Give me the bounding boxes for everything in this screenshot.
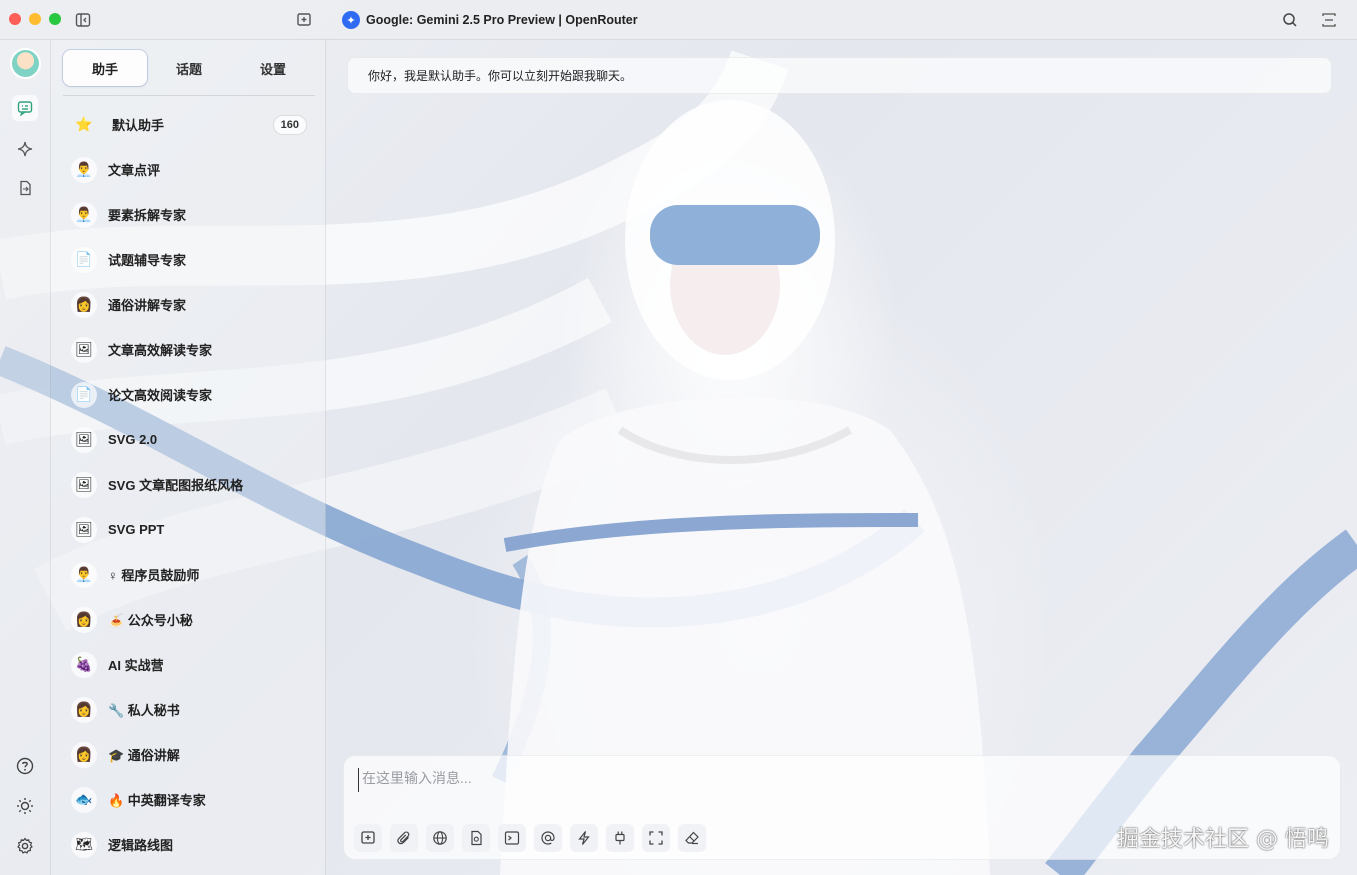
assistant-emoji-icon: 👩	[71, 291, 97, 318]
assistant-name: 通俗讲解专家	[108, 298, 187, 313]
list-item[interactable]: 🖼 SVG 2.0	[63, 417, 315, 462]
list-item[interactable]: 👨‍💼 要素拆解专家	[63, 192, 315, 237]
assistant-name: SVG 文章配图报纸风格	[108, 478, 244, 493]
assistant-emoji-icon: 🍇	[71, 651, 97, 678]
assistant-name: 🔧 私人秘书	[108, 703, 180, 718]
search-icon[interactable]	[1280, 10, 1300, 30]
assistant-name: 文章点评	[108, 163, 161, 178]
topic-panel-icon[interactable]	[1319, 10, 1339, 30]
toggle-sidebar-icon[interactable]	[73, 10, 93, 30]
attachment-icon[interactable]	[390, 824, 418, 852]
close-window-button[interactable]	[9, 13, 21, 25]
assistant-emoji-icon: 👩	[71, 741, 97, 768]
assistant-emoji-icon: 🖼	[71, 516, 97, 543]
assistant-list: ⭐ 默认助手 160 👨‍💼 文章点评 👨‍💼 要素拆解专家 📄 试题辅导专家 …	[63, 102, 315, 867]
knowledge-file-icon[interactable]	[462, 824, 490, 852]
eraser-icon[interactable]	[678, 824, 706, 852]
assistant-sidebar: 助手 话题 设置 ⭐ 默认助手 160 👨‍💼 文章点评 👨‍💼 要素拆解专家 …	[51, 40, 326, 875]
title-bar: ✦ Google: Gemini 2.5 Pro Preview | OpenR…	[0, 0, 1357, 40]
list-item[interactable]: 🖼 SVG PPT	[63, 507, 315, 552]
plugin-icon[interactable]	[606, 824, 634, 852]
list-item[interactable]: 📄 论文高效阅读专家	[63, 372, 315, 417]
model-title-text: Google: Gemini 2.5 Pro Preview | OpenRou…	[366, 13, 638, 27]
list-item[interactable]: ⭐ 默认助手 160	[63, 102, 315, 147]
chat-icon[interactable]	[12, 95, 38, 121]
list-item[interactable]: 👨‍💼 ♀ 程序员鼓励师	[63, 552, 315, 597]
assistant-emoji-icon: 🗺	[71, 831, 97, 858]
nav-rail	[0, 40, 51, 875]
assistant-name: 🍝 公众号小秘	[108, 613, 193, 628]
assistant-name: AI 实战营	[108, 658, 164, 673]
assistant-emoji-icon: 📄	[71, 246, 97, 273]
list-item[interactable]: 🍇 AI 实战营	[63, 642, 315, 687]
minimize-window-button[interactable]	[29, 13, 41, 25]
list-item[interactable]: 👩 🎓 通俗讲解	[63, 732, 315, 777]
list-item[interactable]: 👨‍💼 文章点评	[63, 147, 315, 192]
terminal-icon[interactable]	[498, 824, 526, 852]
new-topic-icon[interactable]	[354, 824, 382, 852]
tab-topics[interactable]: 话题	[147, 50, 231, 86]
assistant-name: 文章高效解读专家	[108, 343, 213, 358]
star-icon: ⭐	[75, 116, 93, 132]
assistant-emoji-icon: 📄	[71, 381, 97, 408]
list-item[interactable]: 🐟 🔥 中英翻译专家	[63, 777, 315, 822]
zoom-window-button[interactable]	[49, 13, 61, 25]
app-window: ✦ Google: Gemini 2.5 Pro Preview | OpenR…	[0, 0, 1357, 875]
assistant-name: ♀ 程序员鼓励师	[108, 568, 200, 583]
greeting-text: 你好，我是默认助手。你可以立刻开始跟我聊天。	[368, 69, 633, 83]
list-item[interactable]: 🗺 逻辑路线图	[63, 822, 315, 867]
web-search-icon[interactable]	[426, 824, 454, 852]
assistant-name: 论文高效阅读专家	[108, 388, 213, 403]
assistant-name: 逻辑路线图	[108, 838, 174, 853]
assistant-emoji-icon: 🖼	[71, 336, 97, 363]
composer-toolbar	[354, 824, 706, 852]
message-input[interactable]: 在这里输入消息...	[358, 768, 1318, 792]
assistant-emoji-icon: 👩	[71, 696, 97, 723]
assistant-name: SVG PPT	[108, 522, 165, 537]
watermark: 掘金技术社区 @ 悟鸣	[1117, 827, 1329, 852]
list-item[interactable]: 📄 试题辅导专家	[63, 237, 315, 282]
divider	[63, 95, 315, 96]
new-topic-icon[interactable]	[294, 10, 314, 30]
assistant-name: SVG 2.0	[108, 432, 158, 447]
assistant-name: 🔥 中英翻译专家	[108, 793, 206, 808]
assistant-emoji-icon: 🐟	[71, 786, 97, 813]
assistant-emoji-icon: 👨‍💼	[71, 156, 97, 183]
assistant-greeting-message: 你好，我是默认助手。你可以立刻开始跟我聊天。	[347, 57, 1332, 94]
sparkle-icon[interactable]	[12, 136, 38, 162]
assistant-name: 试题辅导专家	[108, 253, 187, 268]
assistant-name: 默认助手	[112, 118, 165, 133]
window-controls	[9, 13, 61, 25]
list-item[interactable]: 🖼 SVG 文章配图报纸风格	[63, 462, 315, 507]
assistant-emoji-icon: 🖼	[71, 471, 97, 498]
list-item[interactable]: 👩 通俗讲解专家	[63, 282, 315, 327]
list-item[interactable]: 👩 🔧 私人秘书	[63, 687, 315, 732]
assistant-emoji-icon: 👩	[71, 606, 97, 633]
quick-phrase-icon[interactable]	[570, 824, 598, 852]
assistant-emoji-icon: 🖼	[71, 426, 97, 453]
list-item[interactable]: 🖼 文章高效解读专家	[63, 327, 315, 372]
fullscreen-icon[interactable]	[642, 824, 670, 852]
list-item[interactable]: 👩 🍝 公众号小秘	[63, 597, 315, 642]
tab-assistants[interactable]: 助手	[63, 50, 147, 86]
mention-icon[interactable]	[534, 824, 562, 852]
assistant-name: 🎓 通俗讲解	[108, 748, 180, 763]
sun-icon[interactable]	[12, 793, 38, 819]
assistant-emoji-icon: 👨‍💼	[71, 201, 97, 228]
gemini-logo-icon: ✦	[342, 11, 360, 29]
user-avatar[interactable]	[10, 48, 41, 79]
sidebar-tabs: 助手 话题 设置	[63, 50, 315, 86]
file-swap-icon[interactable]	[12, 175, 38, 201]
gear-icon[interactable]	[12, 833, 38, 859]
assistant-name: 要素拆解专家	[108, 208, 187, 223]
assistant-emoji-icon: 👨‍💼	[71, 561, 97, 588]
topic-count-badge: 160	[272, 114, 307, 135]
help-icon[interactable]	[12, 753, 38, 779]
tab-settings[interactable]: 设置	[231, 50, 315, 86]
model-selector[interactable]: ✦ Google: Gemini 2.5 Pro Preview | OpenR…	[342, 11, 638, 29]
